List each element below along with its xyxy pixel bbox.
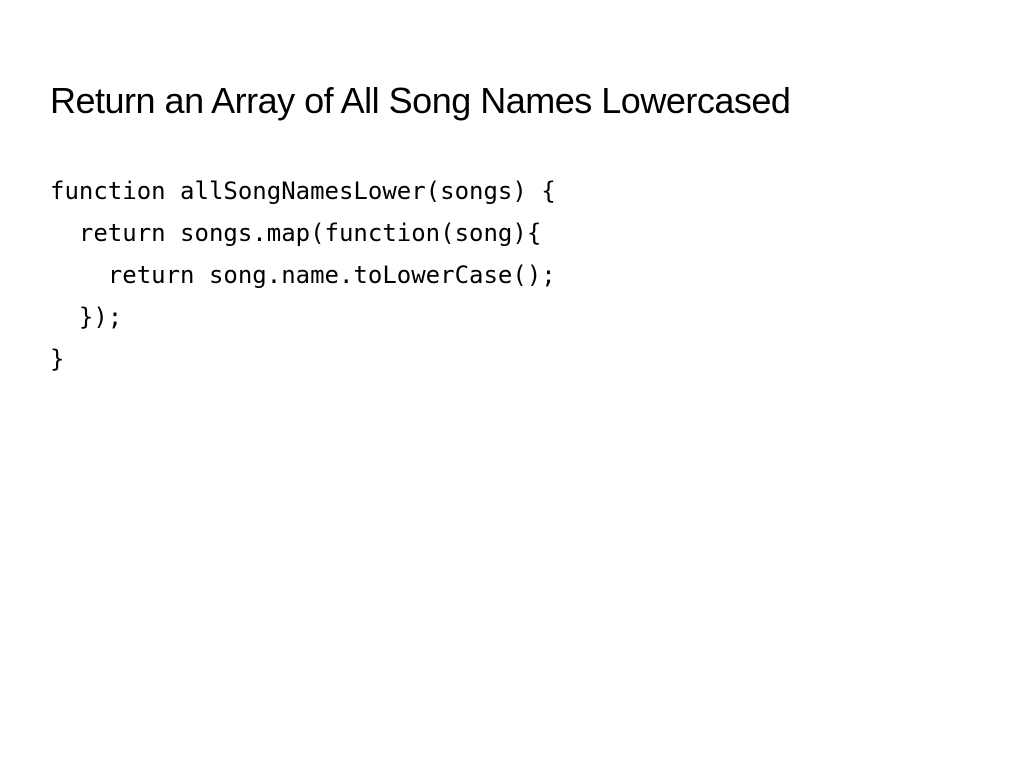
code-block: function allSongNamesLower(songs) { retu…	[50, 170, 974, 380]
slide-title: Return an Array of All Song Names Lowerc…	[50, 80, 974, 122]
